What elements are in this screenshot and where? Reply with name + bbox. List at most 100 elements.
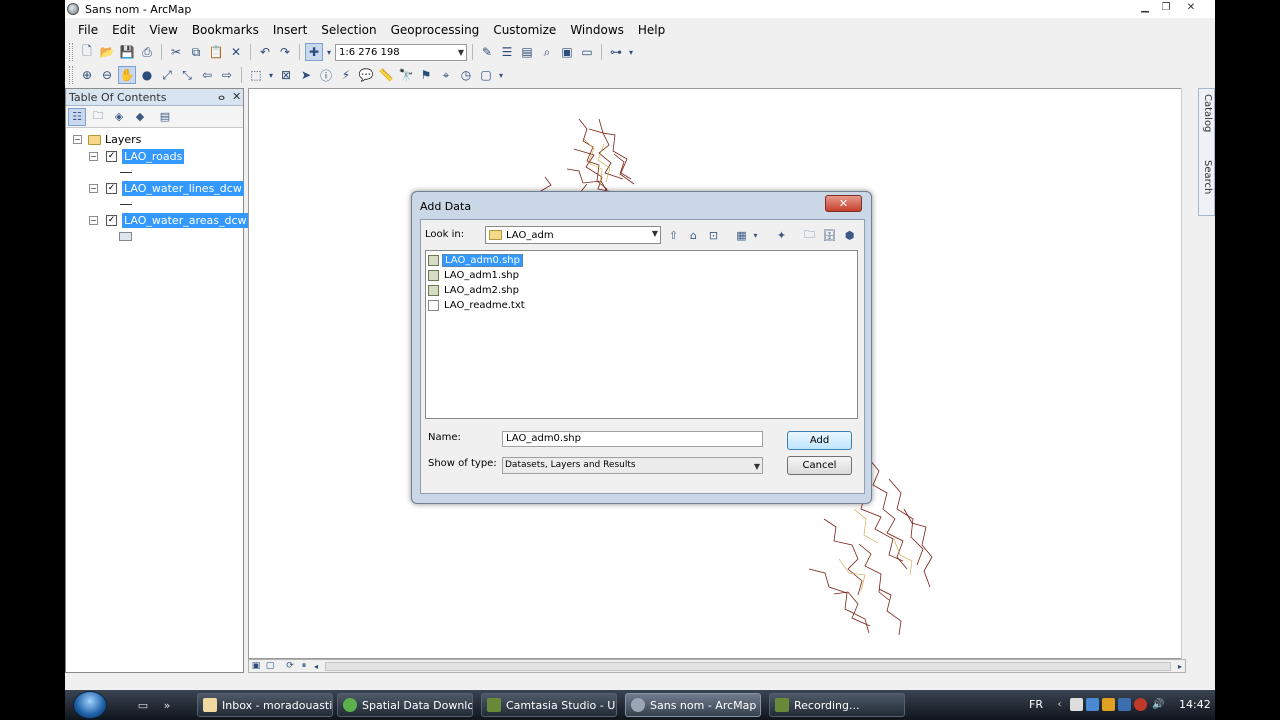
identify-icon[interactable]: ⓘ bbox=[317, 66, 335, 84]
layer-row-lao-water-lines[interactable]: − ✓ LAO_water_lines_dcw bbox=[89, 181, 244, 196]
add-button[interactable]: Add bbox=[787, 431, 852, 450]
pan-hand-icon[interactable]: ✋ bbox=[118, 66, 136, 84]
search-tab[interactable]: Search bbox=[1199, 157, 1215, 213]
list-item[interactable]: LAO_adm0.shp bbox=[428, 253, 523, 267]
dialog-close-button[interactable]: ✕ bbox=[825, 195, 862, 212]
add-data-dropdown-icon[interactable]: ▾ bbox=[325, 43, 333, 61]
scroll-right-icon[interactable]: ▸ bbox=[1175, 660, 1185, 672]
paste-icon[interactable]: 📋 bbox=[207, 43, 225, 61]
layer-name[interactable]: LAO_water_lines_dcw bbox=[122, 181, 244, 196]
new-folder-icon[interactable]: ✦ bbox=[773, 227, 790, 243]
new-document-icon[interactable]: 🗋 bbox=[78, 43, 96, 61]
view-dropdown-icon[interactable]: ▾ bbox=[747, 227, 764, 243]
editor-toolbar-icon[interactable]: ✎ bbox=[478, 43, 496, 61]
database-icon[interactable]: ⬢ bbox=[841, 227, 858, 243]
map-vertical-scrollbar[interactable] bbox=[1181, 88, 1193, 659]
layer-row-lao-roads[interactable]: − ✓ LAO_roads bbox=[89, 149, 185, 164]
toc-options-icon[interactable]: ▤ bbox=[156, 108, 174, 126]
toolbar-grip[interactable] bbox=[69, 66, 73, 84]
close-window-button[interactable]: ✕ bbox=[1180, 0, 1202, 14]
html-popup-icon[interactable]: 💬 bbox=[357, 66, 375, 84]
layers-group-row[interactable]: − Layers bbox=[73, 133, 141, 146]
file-name[interactable]: LAO_adm0.shp bbox=[442, 253, 523, 267]
menu-bookmarks[interactable]: Bookmarks bbox=[185, 23, 266, 37]
maximize-button[interactable]: ❐ bbox=[1155, 0, 1177, 14]
layer-row-lao-water-areas[interactable]: − ✓ LAO_water_areas_dcw bbox=[89, 213, 249, 228]
close-toc-button[interactable]: ✕ bbox=[232, 90, 241, 103]
arctoolbox-icon[interactable]: ▣ bbox=[558, 43, 576, 61]
list-by-source-icon[interactable]: 🗀 bbox=[89, 108, 107, 126]
full-extent-icon[interactable]: ● bbox=[138, 66, 156, 84]
start-button[interactable] bbox=[73, 691, 107, 719]
collapse-icon[interactable]: − bbox=[89, 216, 98, 225]
clock[interactable]: 14:42 bbox=[1179, 698, 1211, 711]
table-of-contents-icon[interactable]: ☰ bbox=[498, 43, 516, 61]
input-language[interactable]: FR bbox=[1029, 698, 1043, 711]
cancel-button[interactable]: Cancel bbox=[787, 456, 852, 475]
tray-app-icon[interactable] bbox=[1102, 698, 1115, 711]
tray-app-icon[interactable] bbox=[1134, 698, 1147, 711]
undo-icon[interactable]: ↶ bbox=[256, 43, 274, 61]
time-slider-icon[interactable]: ◷ bbox=[457, 66, 475, 84]
modelbuilder-icon[interactable]: ⊶ bbox=[607, 43, 625, 61]
file-name[interactable]: LAO_readme.txt bbox=[442, 300, 527, 311]
toolbar-options-icon[interactable]: ▾ bbox=[627, 43, 635, 61]
map-horizontal-scrollbar[interactable] bbox=[325, 661, 1171, 671]
redo-icon[interactable]: ↷ bbox=[276, 43, 294, 61]
zoom-in-icon[interactable]: ⊕ bbox=[78, 66, 96, 84]
create-viewer-window-icon[interactable]: ▢ bbox=[477, 66, 495, 84]
menu-geoprocessing[interactable]: Geoprocessing bbox=[384, 23, 487, 37]
menu-customize[interactable]: Customize bbox=[486, 23, 563, 37]
refresh-icon[interactable]: ⟳ bbox=[283, 660, 297, 672]
network-icon[interactable] bbox=[1086, 698, 1099, 711]
taskbar-item-recording[interactable]: Recording... bbox=[769, 693, 905, 717]
list-item[interactable]: LAO_adm2.shp bbox=[428, 283, 521, 297]
taskbar-item-camtasia[interactable]: Camtasia Studio - U... bbox=[481, 693, 617, 717]
tray-app-icon[interactable] bbox=[1070, 698, 1083, 711]
layout-view-icon[interactable]: ▣ bbox=[249, 660, 263, 672]
toolbar-options-icon[interactable]: ▾ bbox=[497, 66, 505, 84]
python-window-icon[interactable]: ▭ bbox=[578, 43, 596, 61]
list-by-visibility-icon[interactable]: ◈ bbox=[110, 108, 128, 126]
forward-extent-icon[interactable]: ⇨ bbox=[218, 66, 236, 84]
file-name[interactable]: LAO_adm2.shp bbox=[442, 285, 521, 296]
map-scale-combo[interactable]: 1:6 276 198 ▼ bbox=[335, 43, 467, 61]
minimize-button[interactable]: ▁ bbox=[1134, 0, 1156, 14]
select-elements-icon[interactable]: ➤ bbox=[297, 66, 315, 84]
menu-file[interactable]: File bbox=[71, 23, 105, 37]
select-features-icon[interactable]: ⬚ bbox=[247, 66, 265, 84]
back-extent-icon[interactable]: ⇦ bbox=[198, 66, 216, 84]
catalog-tab[interactable]: Catalog bbox=[1199, 91, 1215, 153]
list-by-selection-icon[interactable]: ◆ bbox=[131, 108, 149, 126]
file-name[interactable]: LAO_adm1.shp bbox=[442, 270, 521, 281]
hyperlink-icon[interactable]: ⚡ bbox=[337, 66, 355, 84]
taskbar-item-inbox[interactable]: Inbox - moradouasti... bbox=[197, 693, 333, 717]
menu-view[interactable]: View bbox=[142, 23, 184, 37]
collapse-icon[interactable]: − bbox=[73, 135, 82, 144]
menu-help[interactable]: Help bbox=[631, 23, 672, 37]
home-icon[interactable]: ⌂ bbox=[685, 227, 702, 243]
list-item[interactable]: LAO_readme.txt bbox=[428, 298, 527, 312]
fixed-zoom-in-icon[interactable]: ⤢ bbox=[158, 66, 176, 84]
name-field[interactable]: LAO_adm0.shp bbox=[502, 431, 763, 447]
menu-edit[interactable]: Edit bbox=[105, 23, 142, 37]
cut-icon[interactable]: ✂ bbox=[167, 43, 185, 61]
zoom-out-icon[interactable]: ⊖ bbox=[98, 66, 116, 84]
pause-drawing-icon[interactable]: ⏸ bbox=[297, 660, 311, 672]
find-icon[interactable]: 🔭 bbox=[397, 66, 415, 84]
pin-icon[interactable]: ⴰ bbox=[218, 90, 225, 103]
fixed-zoom-out-icon[interactable]: ⤡ bbox=[178, 66, 196, 84]
layer-visibility-checkbox[interactable]: ✓ bbox=[106, 151, 117, 162]
volume-icon[interactable]: 🔊 bbox=[1152, 698, 1165, 711]
measure-icon[interactable]: 📏 bbox=[377, 66, 395, 84]
quick-launch-more-icon[interactable]: » bbox=[159, 697, 175, 713]
show-desktop-icon[interactable]: ▭ bbox=[135, 697, 151, 713]
go-to-xy-icon[interactable]: ⌖ bbox=[437, 66, 455, 84]
menu-insert[interactable]: Insert bbox=[266, 23, 314, 37]
copy-icon[interactable]: ⧉ bbox=[187, 43, 205, 61]
look-in-combo[interactable]: LAO_adm ▼ bbox=[485, 226, 661, 244]
print-icon[interactable]: ⎙ bbox=[138, 43, 156, 61]
list-item[interactable]: LAO_adm1.shp bbox=[428, 268, 521, 282]
scroll-left-icon[interactable]: ◂ bbox=[311, 660, 321, 672]
layer-visibility-checkbox[interactable]: ✓ bbox=[106, 215, 117, 226]
